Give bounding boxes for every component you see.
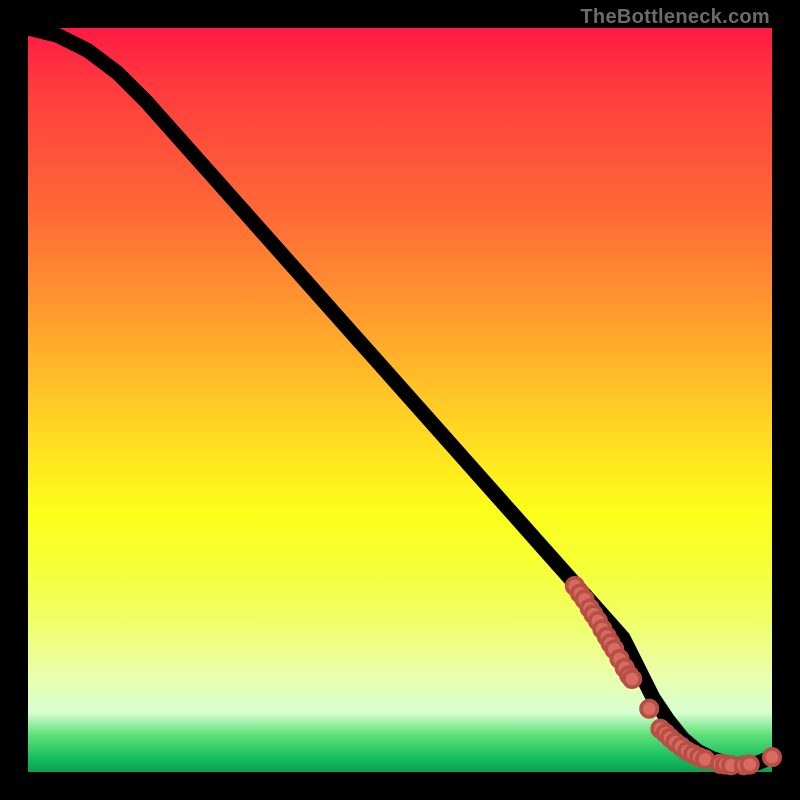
data-point (641, 701, 657, 717)
data-points (567, 578, 781, 774)
data-point (624, 671, 640, 687)
watermark-text: TheBottleneck.com (580, 6, 770, 29)
canvas-background: TheBottleneck.com (0, 0, 800, 800)
bottleneck-curve (28, 28, 772, 765)
chart-overlay (28, 28, 772, 772)
data-point (764, 749, 780, 765)
data-point (741, 756, 757, 772)
